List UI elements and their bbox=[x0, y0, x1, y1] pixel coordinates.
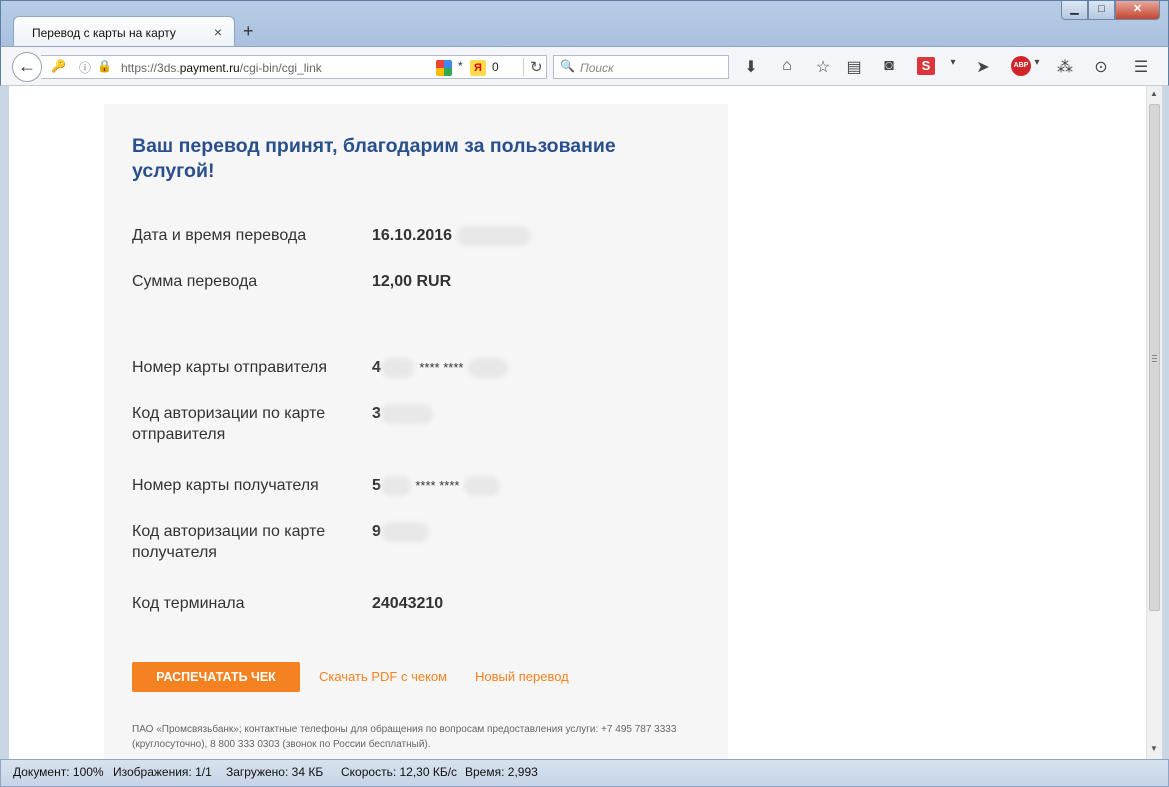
redaction-blur bbox=[380, 475, 411, 496]
title-bar: Перевод с карты на карту × + ▁ □ ✕ bbox=[0, 0, 1169, 48]
google-translate-icon[interactable] bbox=[436, 60, 452, 76]
redaction-blur bbox=[456, 225, 531, 246]
redaction-blur bbox=[380, 403, 433, 424]
back-icon: ← bbox=[18, 56, 36, 76]
tab-title: Перевод с карты на карту bbox=[32, 26, 176, 40]
receiver-auth-value: 9 bbox=[372, 521, 429, 542]
status-images: Изображения: 1/1 bbox=[113, 765, 212, 779]
redaction-blur bbox=[463, 475, 500, 496]
yandex-icon[interactable]: Я bbox=[470, 60, 486, 76]
receiver-auth-label: Код авторизации по карте получателя bbox=[132, 523, 326, 561]
terminal-code-value: 24043210 bbox=[372, 595, 444, 612]
scroll-down-icon[interactable]: ▼ bbox=[1150, 744, 1158, 753]
url-text[interactable]: https://3ds.payment.ru/cgi-bin/cgi_link bbox=[121, 61, 322, 75]
page-viewport: Ваш перевод принят, благодарим за пользо… bbox=[9, 86, 1146, 759]
sender-card-value: 4 **** **** bbox=[372, 357, 508, 378]
search-icon: 🔍 bbox=[560, 59, 575, 73]
url-bar[interactable]: 🔑 ⓘ 🔒 https://3ds.payment.ru/cgi-bin/cgi… bbox=[41, 55, 547, 79]
s-extension-icon[interactable]: S bbox=[917, 57, 935, 75]
redaction-blur bbox=[467, 357, 508, 378]
dropdown-arrow-icon[interactable]: ▾ bbox=[943, 57, 963, 68]
status-document: Документ: 100% bbox=[13, 765, 104, 779]
status-loaded: Загружено: 34 КБ bbox=[226, 765, 324, 779]
sender-auth-label: Код авторизации по карте отправителя bbox=[132, 405, 326, 443]
bank-contact-note: ПАО «Промсвязьбанк»; контактные телефоны… bbox=[132, 724, 677, 750]
status-time: Время: 2,993 bbox=[465, 765, 538, 779]
status-bar: Документ: 100% Изображения: 1/1 Загружен… bbox=[0, 759, 1169, 787]
reload-icon[interactable]: ↻ bbox=[523, 58, 543, 76]
terminal-code-label: Код терминала bbox=[132, 595, 245, 612]
url-star-icon: * bbox=[458, 59, 463, 73]
minimize-button[interactable]: ▁ bbox=[1061, 1, 1088, 20]
tab-active[interactable]: Перевод с карты на карту × bbox=[13, 16, 235, 48]
maximize-button[interactable]: □ bbox=[1088, 1, 1115, 20]
yandex-count: 0 bbox=[492, 60, 499, 74]
print-receipt-button[interactable]: РАСПЕЧАТАТЬ ЧЕК bbox=[132, 662, 300, 692]
bookmark-star-icon[interactable]: ☆ bbox=[813, 57, 833, 77]
back-button[interactable]: ← bbox=[12, 52, 42, 82]
navigation-toolbar: 🔑 ⓘ 🔒 https://3ds.payment.ru/cgi-bin/cgi… bbox=[0, 46, 1169, 86]
lock-icon[interactable]: 🔒 bbox=[97, 59, 112, 73]
home-icon[interactable]: ⌂ bbox=[777, 57, 797, 75]
reading-list-icon[interactable]: ▤ bbox=[844, 57, 864, 77]
search-placeholder: Поиск bbox=[580, 61, 614, 75]
scrollbar-thumb[interactable] bbox=[1149, 104, 1160, 611]
window-controls: ▁ □ ✕ bbox=[1061, 1, 1160, 20]
settings-icon[interactable]: ⊙ bbox=[1091, 57, 1111, 77]
receipt-panel: Ваш перевод принят, благодарим за пользо… bbox=[104, 104, 728, 759]
sender-auth-value: 3 bbox=[372, 403, 433, 424]
transfer-date-value: 16.10.2016 bbox=[372, 225, 531, 246]
search-input[interactable]: 🔍 Поиск bbox=[553, 55, 729, 79]
send-icon[interactable]: ➤ bbox=[973, 57, 993, 77]
redaction-blur bbox=[380, 521, 429, 542]
receiver-card-value: 5 **** **** bbox=[372, 475, 500, 496]
amount-label: Сумма перевода bbox=[132, 273, 258, 290]
pocket-icon[interactable]: ◙ bbox=[879, 57, 899, 75]
transfer-date-label: Дата и время перевода bbox=[132, 227, 307, 244]
redaction-blur bbox=[380, 357, 415, 378]
receiver-card-label: Номер карты получателя bbox=[132, 477, 319, 494]
key-icon[interactable]: 🔑 bbox=[51, 59, 66, 73]
page-title: Ваш перевод принят, благодарим за пользо… bbox=[132, 135, 616, 182]
menu-icon[interactable]: ☰ bbox=[1131, 57, 1151, 77]
close-window-button[interactable]: ✕ bbox=[1115, 1, 1160, 20]
info-icon[interactable]: ⓘ bbox=[79, 59, 91, 76]
new-tab-button[interactable]: + bbox=[243, 21, 254, 42]
url-domain: payment.ru bbox=[179, 61, 240, 75]
adblock-dropdown-icon[interactable]: ▾ bbox=[1027, 57, 1047, 68]
download-pdf-link[interactable]: Скачать PDF с чеком bbox=[319, 669, 447, 684]
sender-card-label: Номер карты отправителя bbox=[132, 359, 328, 376]
amount-value: 12,00 RUR bbox=[372, 273, 452, 290]
tab-close-icon[interactable]: × bbox=[214, 24, 222, 40]
vertical-scrollbar[interactable]: ▲ ▼ bbox=[1146, 86, 1162, 759]
scroll-up-icon[interactable]: ▲ bbox=[1150, 89, 1158, 98]
download-icon[interactable]: ⬇ bbox=[741, 57, 761, 77]
status-speed: Скорость: 12,30 КБ/с bbox=[341, 765, 458, 779]
extension-icon[interactable]: ⁂ bbox=[1055, 57, 1075, 77]
new-transfer-link[interactable]: Новый перевод bbox=[475, 669, 569, 684]
